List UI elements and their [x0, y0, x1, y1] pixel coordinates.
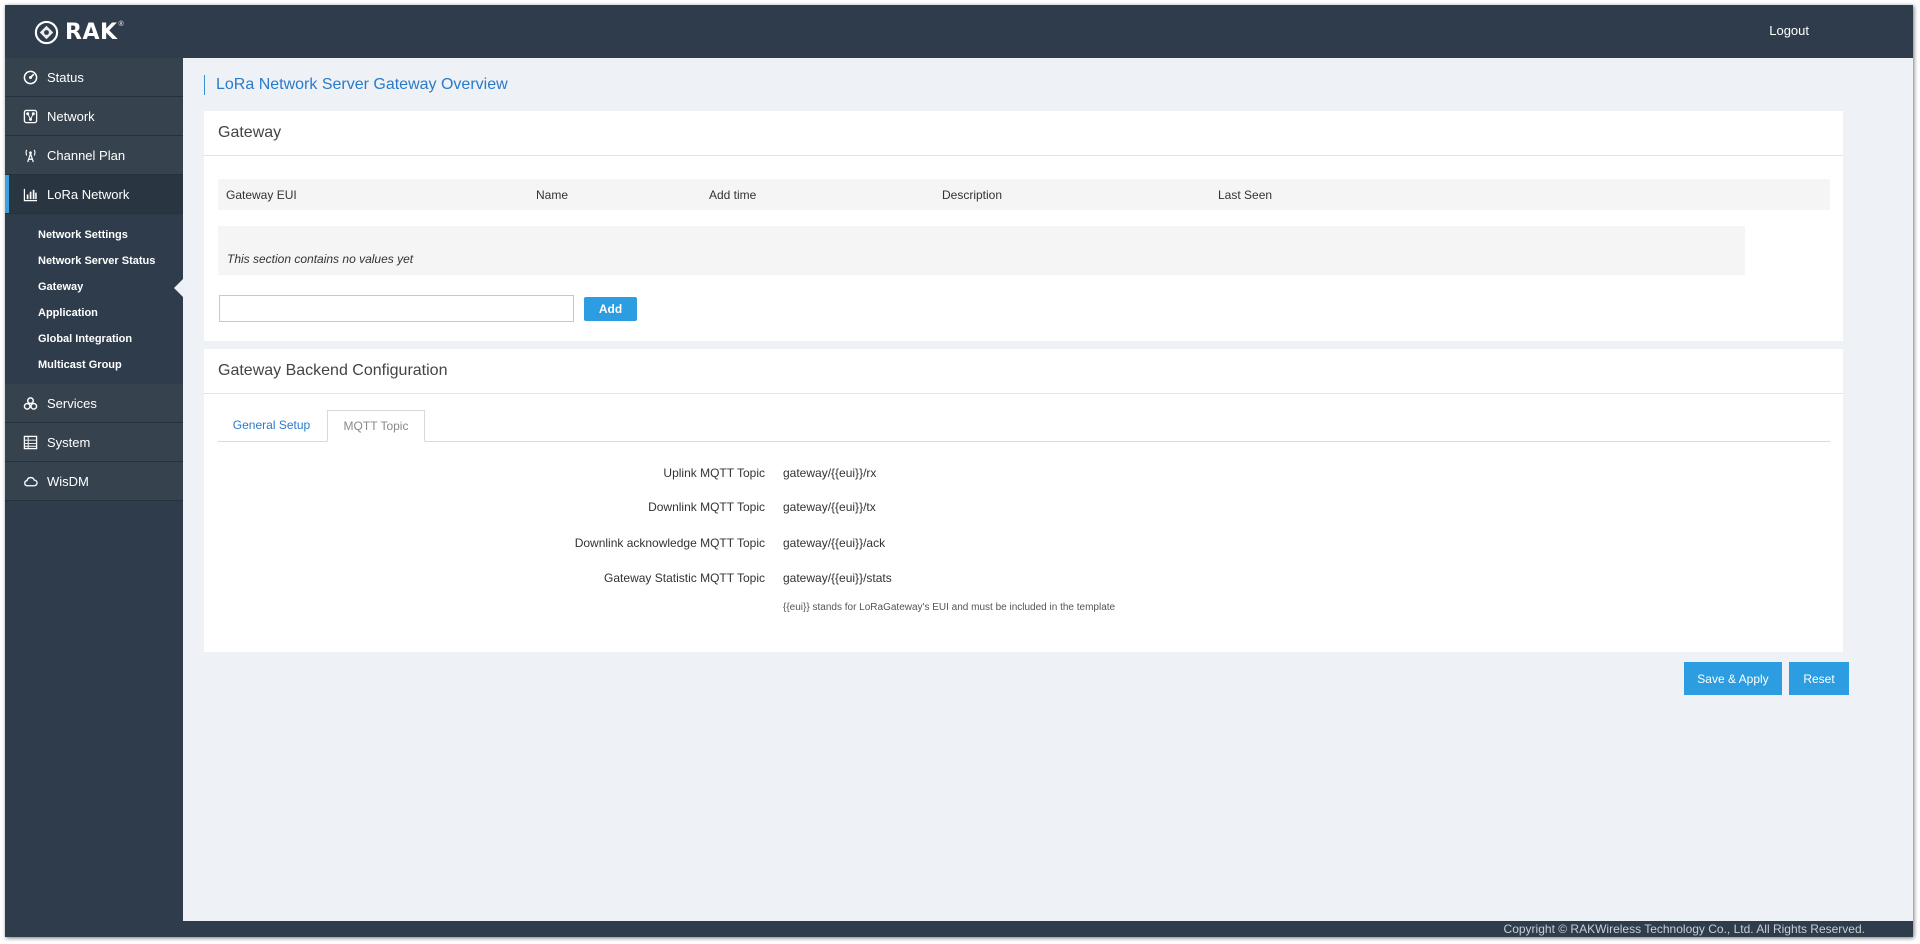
downlink-topic-value: gateway/{{eui}}/tx — [783, 500, 876, 514]
page-title: LoRa Network Server Gateway Overview — [204, 75, 508, 95]
submenu-item-gateway[interactable]: Gateway — [5, 274, 183, 300]
brand-name: RAK — [65, 19, 118, 45]
form-row-downlink-ack: Downlink acknowledge MQTT Topic gateway/… — [204, 536, 1843, 556]
sidebar-item-services[interactable]: Services — [5, 384, 183, 423]
submenu-item-network-settings[interactable]: Network Settings — [5, 222, 183, 248]
copyright-text: Copyright © RAKWireless Technology Co., … — [1503, 922, 1865, 936]
table-empty-row: This section contains no values yet — [218, 226, 1745, 275]
config-tabs: General Setup MQTT Topic — [218, 410, 1830, 442]
lora-network-submenu: Network Settings Network Server Status G… — [5, 214, 183, 384]
sidebar-item-label: Status — [47, 69, 84, 85]
submenu-item-global-integration[interactable]: Global Integration — [5, 326, 183, 352]
antenna-icon — [22, 147, 38, 163]
column-header-gateway-eui: Gateway EUI — [226, 188, 297, 202]
logout-link[interactable]: Logout — [1769, 23, 1809, 38]
submenu-item-network-server-status[interactable]: Network Server Status — [5, 248, 183, 274]
eui-template-hint: {{eui}} stands for LoRaGateway's EUI and… — [783, 602, 1116, 613]
gateway-name-input[interactable] — [219, 295, 574, 322]
save-apply-button[interactable]: Save & Apply — [1684, 662, 1782, 695]
sidebar-item-label: Services — [47, 395, 97, 411]
sidebar-item-label: WisDM — [47, 473, 89, 489]
sidebar: Status Network Channel Plan LoRa Network… — [5, 58, 183, 921]
top-bar: RAK ® Logout — [5, 5, 1913, 58]
sidebar-item-network[interactable]: Network — [5, 97, 183, 136]
sidebar-item-label: Channel Plan — [47, 147, 126, 163]
reset-button[interactable]: Reset — [1789, 662, 1849, 695]
column-header-add-time: Add time — [709, 188, 757, 202]
status-icon — [22, 69, 38, 85]
sidebar-item-system[interactable]: System — [5, 423, 183, 462]
column-header-description: Description — [942, 188, 1003, 202]
gateway-panel: Gateway Gateway EUI Name Add time Descri… — [204, 111, 1843, 341]
sidebar-item-label: Network — [47, 108, 95, 124]
form-row-downlink: Downlink MQTT Topic gateway/{{eui}}/tx — [204, 500, 1843, 520]
form-row-uplink: Uplink MQTT Topic gateway/{{eui}}/rx — [204, 466, 1843, 486]
sidebar-item-label: LoRa Network — [47, 186, 130, 202]
app-window: RAK ® Logout Status Network Channel Plan — [5, 5, 1913, 937]
sidebar-item-wisdm[interactable]: WisDM — [5, 462, 183, 501]
brand-logo[interactable]: RAK ® — [33, 18, 124, 46]
submenu-item-multicast-group[interactable]: Multicast Group — [5, 352, 183, 378]
column-header-name: Name — [536, 188, 569, 202]
empty-message: This section contains no values yet — [227, 252, 414, 266]
registered-mark: ® — [118, 20, 124, 28]
tab-mqtt-topic[interactable]: MQTT Topic — [327, 410, 425, 442]
uplink-topic-label: Uplink MQTT Topic — [663, 466, 765, 480]
gateway-panel-title: Gateway — [204, 111, 1843, 156]
footer: Copyright © RAKWireless Technology Co., … — [5, 921, 1913, 937]
backend-config-title: Gateway Backend Configuration — [204, 349, 1843, 394]
sidebar-item-status[interactable]: Status — [5, 58, 183, 97]
downlink-ack-topic-value: gateway/{{eui}}/ack — [783, 536, 886, 550]
rak-logo-icon — [34, 20, 59, 44]
backend-config-panel: Gateway Backend Configuration General Se… — [204, 349, 1843, 652]
statistic-topic-label: Gateway Statistic MQTT Topic — [604, 571, 765, 585]
sidebar-item-lora-network[interactable]: LoRa Network — [5, 175, 183, 214]
add-gateway-button[interactable]: Add — [584, 297, 637, 321]
column-header-last-seen: Last Seen — [1218, 188, 1273, 202]
network-icon — [22, 108, 38, 124]
statistic-topic-value: gateway/{{eui}}/stats — [783, 571, 892, 585]
tab-general-setup[interactable]: General Setup — [218, 410, 325, 441]
form-row-statistic: Gateway Statistic MQTT Topic gateway/{{e… — [204, 571, 1843, 591]
downlink-topic-label: Downlink MQTT Topic — [648, 500, 765, 514]
system-icon — [22, 434, 38, 450]
cloud-icon — [22, 473, 38, 489]
submenu-item-application[interactable]: Application — [5, 300, 183, 326]
uplink-topic-value: gateway/{{eui}}/rx — [783, 466, 877, 480]
services-icon — [22, 395, 38, 411]
sidebar-item-channel-plan[interactable]: Channel Plan — [5, 136, 183, 175]
sidebar-item-label: System — [47, 434, 91, 450]
bar-chart-icon — [22, 186, 38, 202]
gateway-table-header: Gateway EUI Name Add time Description La… — [218, 179, 1830, 210]
main-content: LoRa Network Server Gateway Overview Gat… — [183, 58, 1913, 921]
downlink-ack-topic-label: Downlink acknowledge MQTT Topic — [574, 536, 765, 550]
